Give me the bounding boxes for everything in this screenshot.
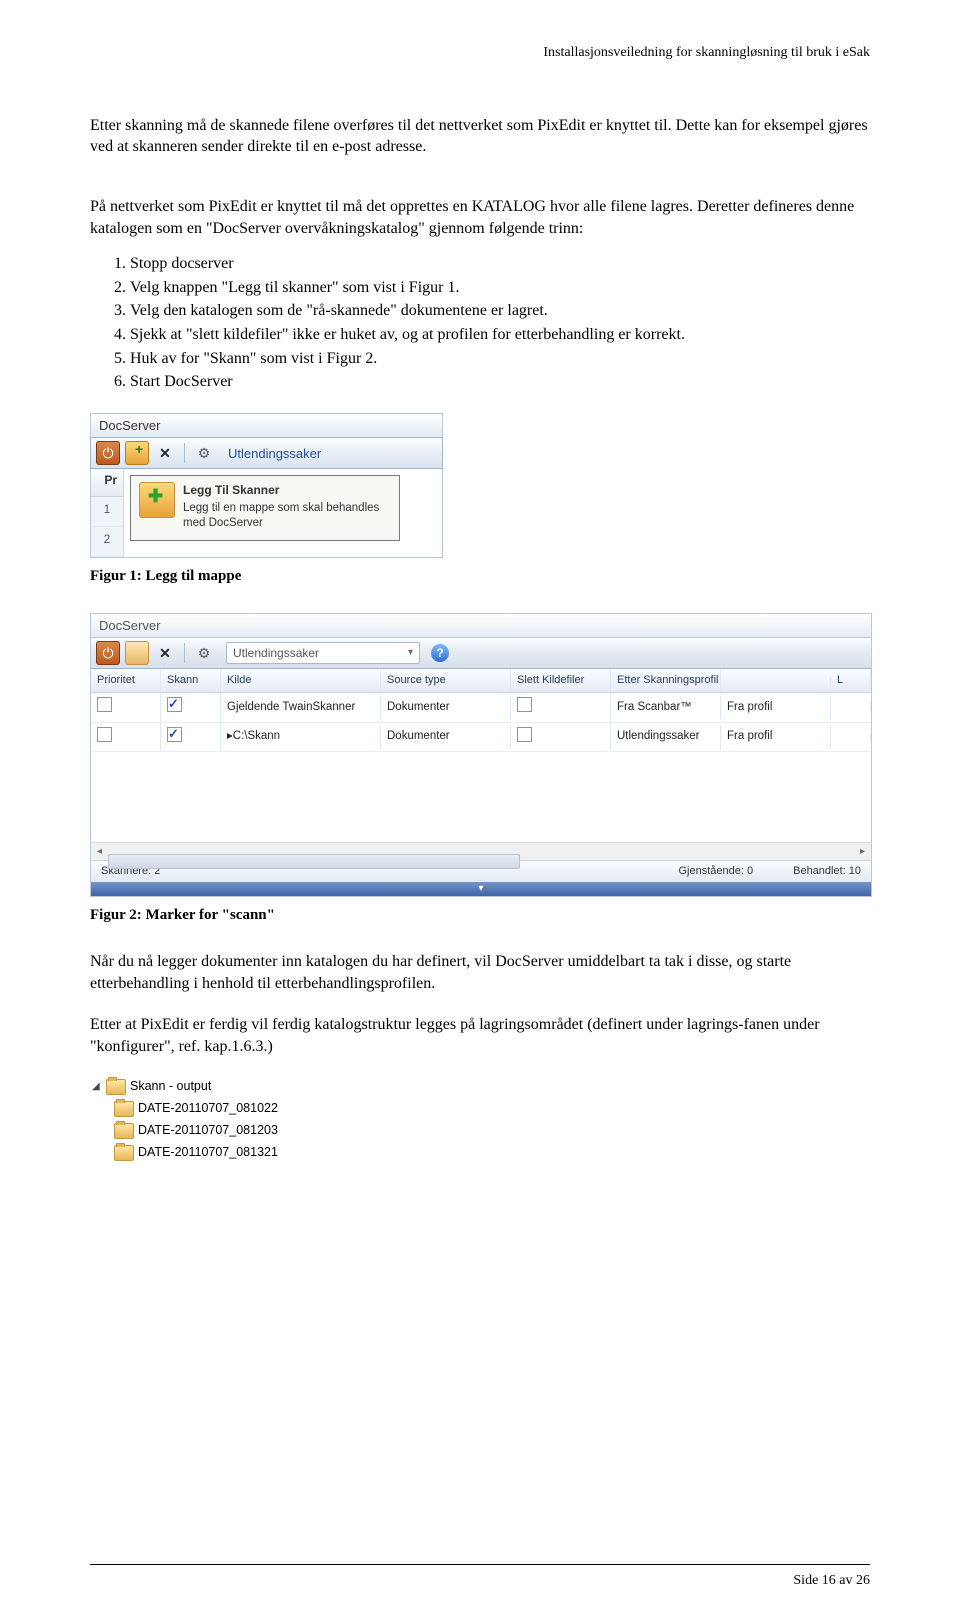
scroll-thumb[interactable]: [108, 854, 520, 869]
collapse-icon[interactable]: ◢: [92, 1080, 102, 1094]
page-number: Side 16 av 26: [793, 1572, 870, 1591]
horizontal-scrollbar[interactable]: ◂ ▸: [91, 842, 871, 860]
step-6: Start DocServer: [130, 371, 870, 393]
col-etter-profil: Etter Skanningsprofil: [611, 669, 721, 692]
tooltip: Legg Til Skanner Legg til en mappe som s…: [130, 475, 400, 540]
cell-last: Fra profil: [721, 696, 831, 720]
step-3: Velg den katalogen som de "rå-skannede" …: [130, 300, 870, 322]
folder-icon: [106, 1079, 126, 1095]
toolbar: ⏻ ✕ ⚙ Utlendingssaker: [90, 437, 443, 469]
folder-label: DATE-20110707_081022: [138, 1100, 278, 1117]
paragraph-2: På nettverket som PixEdit er knyttet til…: [90, 196, 870, 239]
scroll-right-icon[interactable]: ▸: [854, 845, 871, 859]
profile-name: Utlendingssaker: [228, 445, 437, 463]
expand-handle[interactable]: ▾: [91, 882, 871, 896]
folder-icon: [114, 1123, 134, 1139]
table-blank-area: [91, 752, 871, 842]
add-folder-icon[interactable]: [125, 641, 149, 665]
step-1: Stopp docserver: [130, 253, 870, 275]
cell-etter-profil: Utlendingssaker: [611, 725, 721, 749]
profile-combo[interactable]: Utlendingssaker ▾: [226, 642, 420, 664]
tree-root[interactable]: ◢ Skann - output: [92, 1076, 324, 1098]
row-number: 1: [91, 497, 123, 527]
figure-1-docserver-window: DocServer ⏻ ✕ ⚙ Utlendingssaker Pr 1 2: [90, 413, 443, 559]
add-folder-icon[interactable]: [125, 441, 149, 465]
status-gjenstaaende: Gjenstående: 0: [678, 864, 753, 879]
folder-label: DATE-20110707_081321: [138, 1144, 278, 1161]
folder-icon: [114, 1101, 134, 1117]
power-icon[interactable]: ⏻: [96, 641, 120, 665]
table-header-row: Prioritet Skann Kilde Source type Slett …: [91, 669, 871, 693]
delete-icon[interactable]: ✕: [154, 642, 176, 664]
col-skann: Skann: [161, 669, 221, 692]
cell-source-type: Dokumenter: [381, 725, 511, 749]
figure-1-caption: Figur 1: Legg til mappe: [90, 566, 870, 586]
window-title: DocServer: [91, 614, 871, 639]
separator: [184, 443, 185, 463]
separator: [184, 643, 185, 663]
help-icon[interactable]: ?: [431, 644, 449, 662]
col-source-type: Source type: [381, 669, 511, 692]
gear-icon[interactable]: ⚙: [193, 442, 215, 464]
cell-etter-profil: Fra Scanbar™: [611, 696, 721, 720]
toolbar: ⏻ ✕ ⚙ Utlendingssaker ▾ ?: [91, 638, 871, 669]
row-number-gutter: Pr 1 2: [91, 469, 124, 557]
folder-icon: [114, 1145, 134, 1161]
power-icon[interactable]: ⏻: [96, 441, 120, 465]
footer-divider: [90, 1564, 870, 1565]
document-header: Installasjonsveiledning for skanningløsn…: [90, 44, 870, 63]
step-4: Sjekk at "slett kildefiler" ikke er huke…: [130, 324, 870, 346]
col-slett: Slett Kildefiler: [511, 669, 611, 692]
table-row[interactable]: ▸C:\Skann Dokumenter Utlendingssaker Fra…: [91, 723, 871, 753]
profile-combo-value: Utlendingssaker: [233, 645, 319, 661]
checkbox-prioritet[interactable]: [97, 727, 112, 742]
cell-last: Fra profil: [721, 725, 831, 749]
cell-kilde: ▸C:\Skann: [221, 725, 381, 749]
figure-3-folder-tree: ◢ Skann - output DATE-20110707_081022 DA…: [90, 1072, 328, 1172]
status-behandlet: Behandlet: 10: [793, 864, 861, 879]
cell-source-type: Dokumenter: [381, 696, 511, 720]
checkbox-skann[interactable]: [167, 727, 182, 742]
tree-child[interactable]: DATE-20110707_081321: [92, 1142, 324, 1164]
folder-label: DATE-20110707_081203: [138, 1122, 278, 1139]
add-folder-icon: [139, 482, 175, 518]
row-number: 2: [91, 527, 123, 557]
tree-child[interactable]: DATE-20110707_081022: [92, 1098, 324, 1120]
paragraph-4: Etter at PixEdit er ferdig vil ferdig ka…: [90, 1014, 870, 1057]
tree-child[interactable]: DATE-20110707_081203: [92, 1120, 324, 1142]
figure-2-caption: Figur 2: Marker for "scann": [90, 905, 870, 925]
checkbox-slett[interactable]: [517, 697, 532, 712]
col-blank: [721, 677, 831, 685]
step-5: Huk av for "Skann" som vist i Figur 2.: [130, 348, 870, 370]
gear-icon[interactable]: ⚙: [193, 642, 215, 664]
scroll-left-icon[interactable]: ◂: [91, 845, 108, 859]
checkbox-skann[interactable]: [167, 697, 182, 712]
delete-icon[interactable]: ✕: [154, 442, 176, 464]
window-title: DocServer: [90, 413, 443, 438]
tooltip-title: Legg Til Skanner: [183, 482, 391, 498]
tooltip-body: Legg til en mappe som skal behandles med…: [183, 501, 391, 532]
column-header-priority-short: Pr: [91, 469, 123, 497]
step-2: Velg knappen "Legg til skanner" som vist…: [130, 277, 870, 299]
checkbox-slett[interactable]: [517, 727, 532, 742]
chevron-down-icon: ▾: [408, 646, 413, 660]
figure-2-docserver-window: DocServer ⏻ ✕ ⚙ Utlendingssaker ▾ ? Prio…: [90, 613, 872, 897]
col-prioritet: Prioritet: [91, 669, 161, 692]
checkbox-prioritet[interactable]: [97, 697, 112, 712]
paragraph-3: Når du nå legger dokumenter inn kataloge…: [90, 951, 870, 994]
steps-list: Stopp docserver Velg knappen "Legg til s…: [90, 253, 870, 393]
col-kilde: Kilde: [221, 669, 381, 692]
folder-label: Skann - output: [130, 1078, 211, 1095]
paragraph-1: Etter skanning må de skannede filene ove…: [90, 115, 870, 158]
table-row[interactable]: Gjeldende TwainSkanner Dokumenter Fra Sc…: [91, 693, 871, 723]
col-l: L: [831, 669, 871, 692]
cell-kilde: Gjeldende TwainSkanner: [221, 696, 381, 720]
